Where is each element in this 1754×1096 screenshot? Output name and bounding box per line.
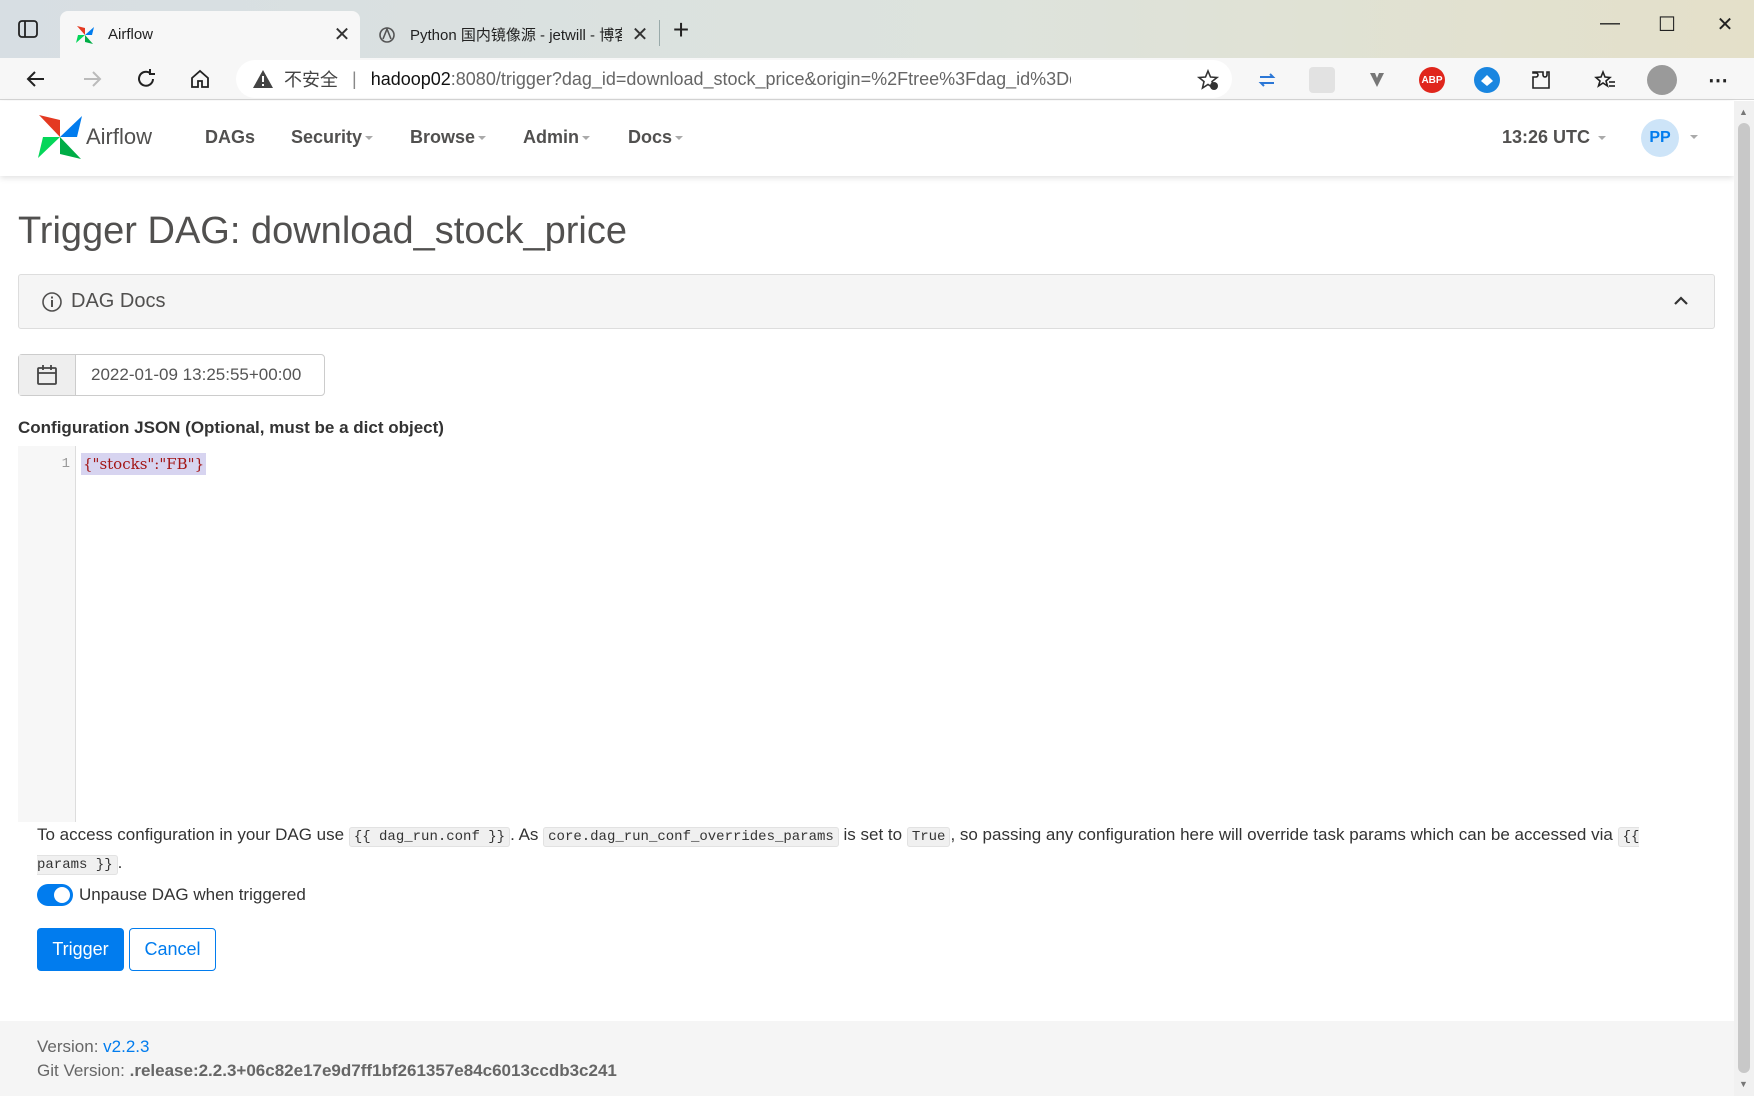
cnblogs-icon: [376, 24, 398, 46]
more-menu-icon[interactable]: ⋯: [1705, 67, 1731, 93]
vivaldi-extension-icon[interactable]: [1364, 67, 1390, 93]
scrollbar-thumb[interactable]: [1738, 123, 1750, 1073]
browser-tab-bar: Airflow ✕ Python 国内镜像源 - jetwill - 博客 ✕ …: [0, 0, 1754, 58]
version-line: Version: v2.2.3: [37, 1037, 149, 1057]
code-dag-run-conf: {{ dag_run.conf }}: [348, 827, 511, 847]
menu-security[interactable]: Security: [291, 127, 374, 148]
tab-close-icon[interactable]: ✕: [324, 22, 360, 47]
scroll-down-icon[interactable]: ▼: [1739, 1079, 1748, 1089]
chevron-up-icon[interactable]: [1672, 292, 1690, 310]
execution-date-input[interactable]: [76, 355, 324, 395]
repeat-extension-icon[interactable]: [1254, 67, 1280, 93]
forward-icon[interactable]: [74, 62, 110, 96]
cancel-button[interactable]: Cancel: [129, 928, 216, 971]
line-number: 1: [61, 456, 70, 472]
add-favorite-icon[interactable]: [1196, 68, 1220, 92]
time-label: 13:26 UTC: [1502, 127, 1591, 147]
favorites-icon[interactable]: [1592, 67, 1618, 93]
menu-label: Browse: [410, 127, 476, 147]
git-version-label: Git Version:: [37, 1061, 130, 1080]
scroll-up-icon[interactable]: ▲: [1739, 107, 1748, 117]
unpause-toggle[interactable]: [37, 884, 73, 906]
adblock-plus-icon[interactable]: ABP: [1419, 67, 1445, 93]
caret-down-icon[interactable]: [1690, 135, 1698, 139]
translate-extension-icon[interactable]: [1474, 67, 1500, 93]
extensions-icon[interactable]: [1528, 67, 1554, 93]
screenshot-extension-icon[interactable]: [1309, 67, 1335, 93]
configuration-help-text: To access configuration in your DAG use …: [37, 822, 1697, 878]
configuration-json-label: Configuration JSON (Optional, must be a …: [18, 418, 444, 437]
help-text-part: To access configuration in your DAG use: [37, 825, 349, 844]
info-icon: [41, 291, 63, 313]
back-icon[interactable]: [18, 62, 54, 96]
reload-icon[interactable]: [128, 62, 164, 96]
tab-title: Airflow: [108, 26, 154, 43]
airflow-pinwheel-icon: [74, 24, 96, 46]
user-avatar[interactable]: PP: [1641, 119, 1679, 157]
page-scrollbar[interactable]: ▲ ▼: [1734, 101, 1754, 1096]
url-path: :8080/trigger?dag_id=download_stock_pric…: [450, 68, 1071, 89]
execution-date-picker[interactable]: [18, 354, 325, 396]
minimize-icon[interactable]: —: [1590, 12, 1630, 42]
menu-label: Security: [291, 127, 363, 147]
warning-icon[interactable]: [252, 68, 274, 90]
dag-docs-label: DAG Docs: [71, 290, 166, 312]
browser-toolbar: 不安全 | hadoop02 :8080/trigger?dag_id=down…: [0, 58, 1754, 100]
airflow-logo[interactable]: [36, 113, 84, 161]
divider: |: [352, 68, 357, 89]
menu-browse[interactable]: Browse: [410, 127, 487, 148]
page-title: Trigger DAG: download_stock_price: [18, 210, 627, 252]
profile-avatar-icon[interactable]: [1647, 65, 1677, 95]
home-icon[interactable]: [182, 62, 218, 96]
help-text-part: .: [117, 853, 123, 872]
editor-code-line[interactable]: {"stocks":"FB"}: [81, 453, 207, 475]
address-bar[interactable]: 不安全 | hadoop02 :8080/trigger?dag_id=down…: [236, 60, 1232, 98]
git-version-line: Git Version: .release:2.2.3+06c82e17e9d7…: [37, 1061, 617, 1081]
dag-docs-panel[interactable]: DAG Docs: [18, 274, 1715, 329]
caret-down-icon: [478, 136, 487, 141]
insecure-label: 不安全: [284, 70, 338, 90]
airflow-navbar: Airflow DAGs Security Browse Admin Docs …: [0, 101, 1734, 176]
menu-label: Admin: [523, 127, 579, 147]
menu-label: DAGs: [205, 127, 256, 147]
tab-title: Python 国内镜像源 - jetwill - 博客: [410, 27, 622, 44]
timezone-dropdown[interactable]: 13:26 UTC: [1502, 127, 1607, 148]
tab-separator: [659, 20, 660, 46]
caret-down-icon: [582, 136, 590, 141]
toggle-knob: [54, 887, 70, 903]
maximize-icon[interactable]: ☐: [1647, 12, 1687, 42]
unpause-toggle-row: Unpause DAG when triggered: [37, 884, 306, 906]
version-label: Version:: [37, 1037, 104, 1056]
new-tab-icon[interactable]: +: [666, 16, 696, 46]
browser-tab-jetwill[interactable]: Python 国内镜像源 - jetwill - 博客 ✕: [362, 11, 658, 58]
tab-actions-icon[interactable]: [17, 18, 43, 44]
footer: Version: v2.2.3 Git Version: .release:2.…: [0, 1021, 1734, 1096]
trigger-button[interactable]: Trigger: [37, 928, 124, 971]
browser-tab-airflow[interactable]: Airflow ✕: [60, 11, 360, 58]
editor-gutter: 1: [18, 446, 76, 822]
tab-close-icon[interactable]: ✕: [622, 22, 658, 47]
help-text-part: is set to: [838, 825, 907, 844]
url-host: hadoop02: [370, 68, 451, 89]
unpause-label: Unpause DAG when triggered: [79, 885, 306, 904]
configuration-json-editor[interactable]: 1 {"stocks":"FB"}: [18, 446, 1715, 822]
calendar-icon[interactable]: [19, 355, 76, 395]
caret-down-icon: [1598, 136, 1607, 141]
menu-admin[interactable]: Admin: [523, 127, 590, 148]
version-link[interactable]: v2.2.3: [103, 1037, 149, 1056]
code-overrides-params: core.dag_run_conf_overrides_params: [543, 827, 839, 847]
git-version-value: .release:2.2.3+06c82e17e9d7ff1bf261357e8…: [129, 1061, 617, 1080]
menu-label: Docs: [628, 127, 673, 147]
menu-docs[interactable]: Docs: [628, 127, 684, 148]
caret-down-icon: [365, 136, 374, 141]
code-true: True: [906, 827, 951, 847]
menu-dags[interactable]: DAGs: [205, 127, 255, 148]
window-close-icon[interactable]: ✕: [1705, 12, 1745, 42]
help-text-part: . As: [510, 825, 544, 844]
help-text-part: , so passing any configuration here will…: [950, 825, 1618, 844]
airflow-brand[interactable]: Airflow: [86, 124, 152, 150]
caret-down-icon: [675, 136, 684, 141]
